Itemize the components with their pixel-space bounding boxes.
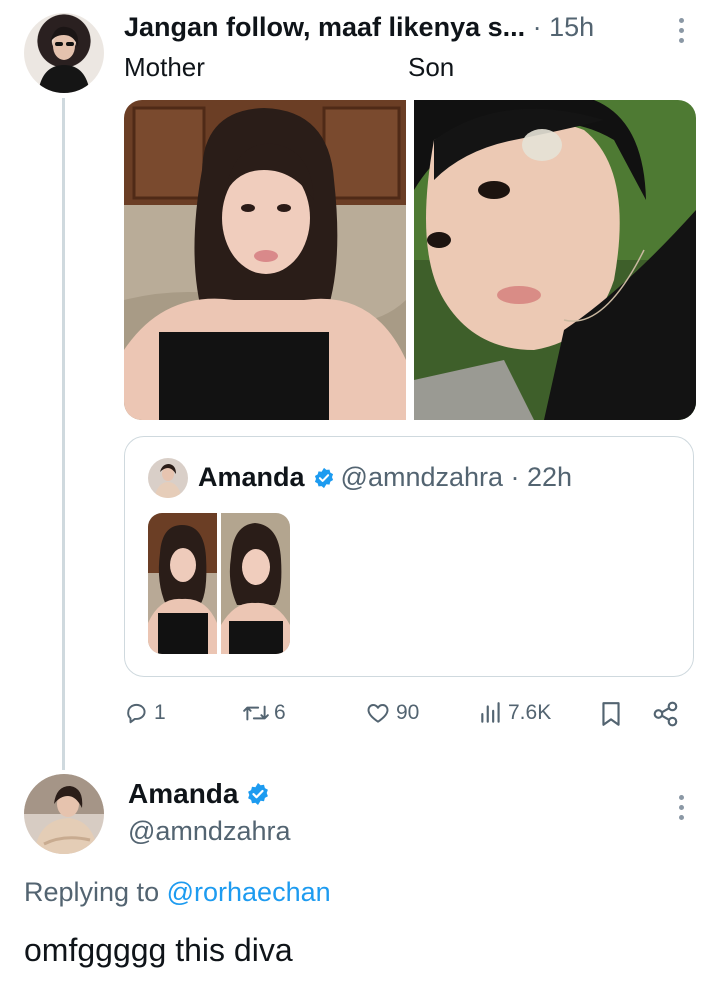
bar-chart-icon <box>481 702 500 723</box>
view-count: 7.6K <box>508 701 552 724</box>
verified-badge-icon <box>313 465 335 496</box>
tweet-photo-mother[interactable] <box>124 100 406 420</box>
replying-to-label: Replying to <box>24 877 160 907</box>
quoted-author-name[interactable]: Amanda <box>198 462 305 492</box>
reply-author-name[interactable]: Amanda <box>128 778 238 809</box>
views-action[interactable]: 7.6K <box>478 700 551 726</box>
more-vertical-icon[interactable] <box>676 795 686 825</box>
reply-text: omfggggg this diva <box>24 932 293 968</box>
bookmark-icon[interactable] <box>598 700 624 733</box>
retweet-action[interactable]: 6 <box>242 700 286 726</box>
reply-count: 1 <box>154 701 166 724</box>
retweet-count: 6 <box>274 701 286 724</box>
tweet-photo-son[interactable] <box>414 100 696 420</box>
author-avatar[interactable] <box>24 13 104 93</box>
retweet-icon <box>243 705 269 721</box>
quoted-photo-1[interactable] <box>148 513 217 654</box>
reply-author-handle[interactable]: @amndzahra <box>128 816 291 847</box>
quoted-photo-2[interactable] <box>221 513 290 654</box>
quoted-author-avatar[interactable] <box>148 458 188 498</box>
caption-mother: Mother <box>124 52 205 82</box>
quoted-author-handle-time[interactable]: @amndzahra · 22h <box>341 462 573 492</box>
like-count: 90 <box>396 701 420 724</box>
tweet-time[interactable]: · 15h <box>533 12 595 42</box>
caption-son: Son <box>408 52 455 82</box>
more-vertical-icon[interactable] <box>676 18 686 48</box>
reply-author-avatar[interactable] <box>24 774 104 854</box>
like-action[interactable]: 90 <box>364 700 419 726</box>
replying-to-mention[interactable]: @rorhaechan <box>167 877 331 907</box>
speech-bubble-icon <box>127 703 146 724</box>
heart-icon <box>367 704 389 723</box>
thread-connector-line <box>62 98 65 770</box>
author-name[interactable]: Jangan follow, maaf likenya s... <box>124 12 525 42</box>
tweet-header: Jangan follow, maaf likenya s... · 15h <box>124 12 654 43</box>
share-icon[interactable] <box>652 701 680 732</box>
verified-badge-icon <box>246 781 270 813</box>
quoted-tweet-header: Amanda @amndzahra · 22h <box>198 462 572 496</box>
reply-action[interactable]: 1 <box>124 700 166 726</box>
reply-author-line: Amanda <box>128 778 276 813</box>
replying-to-line: Replying to @rorhaechan <box>24 877 331 908</box>
